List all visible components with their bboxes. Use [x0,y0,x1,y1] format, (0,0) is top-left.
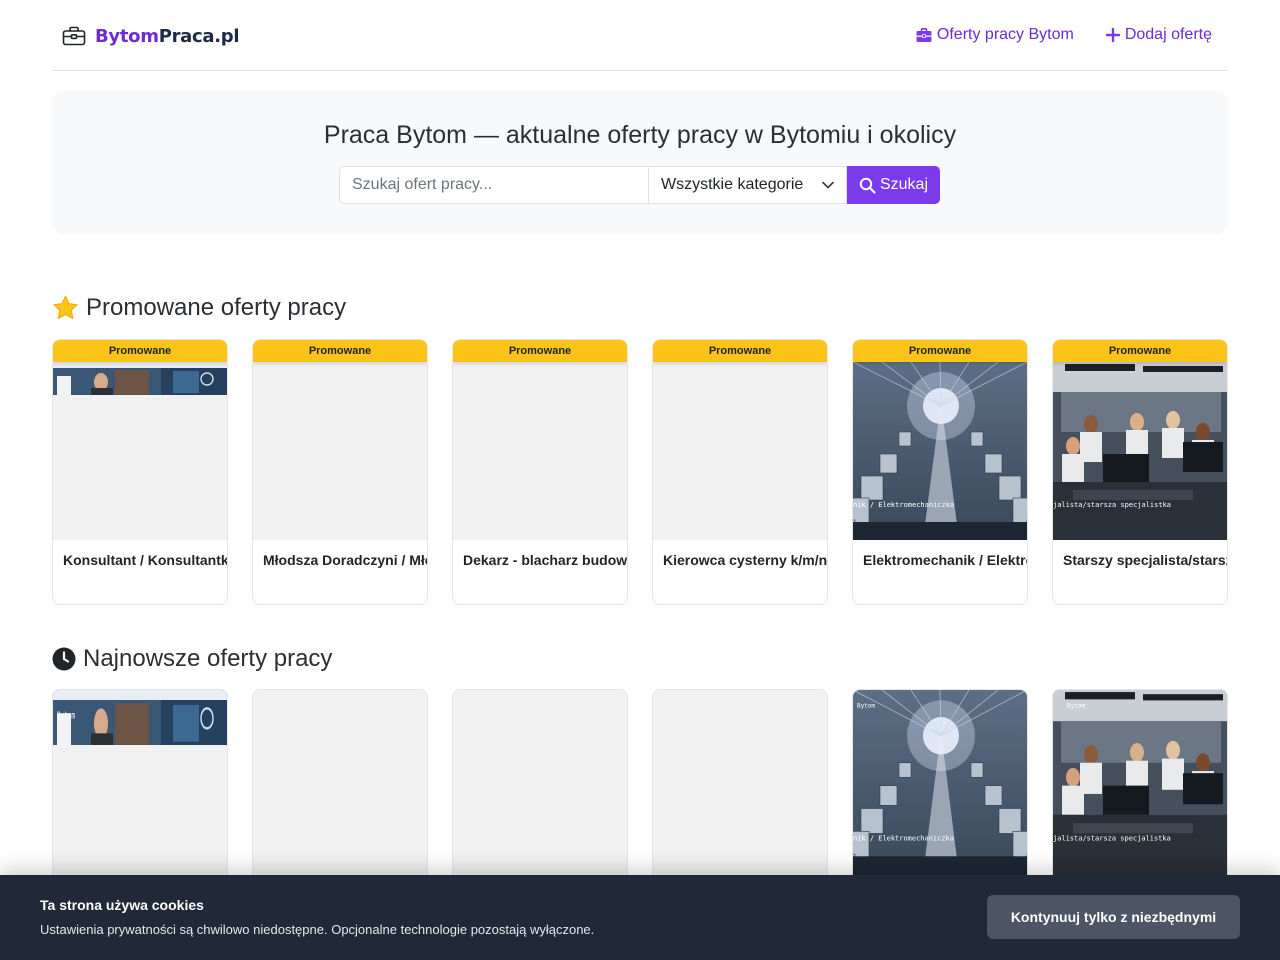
job-card-title[interactable]: Elektromechanik / Elektromechaniczka [863,552,1027,568]
site-header: BytomPraca.pl Oferty pracy Bytom Dodaj o… [52,0,1228,71]
section-title-text: Promowane oferty pracy [86,294,347,321]
promoted-section-title: Promowane oferty pracy [52,294,346,322]
newest-section-title: Najnowsze oferty pracy [52,645,332,673]
job-card-image [653,362,827,540]
job-card-photo: Bytom nik / Elektromechaniczka [853,690,1027,875]
job-card-image: Bytom [53,690,227,890]
job-card-image [53,362,227,540]
promoted-badge: Promowane [653,340,827,362]
nav-link-label: Dodaj ofertę [1124,26,1212,43]
search-input[interactable] [339,166,648,204]
section-title-text: Najnowsze oferty pracy [83,645,333,672]
category-select-value: Wszystkie kategorie [661,176,804,193]
logo-text-part2: Praca.pl [158,25,240,47]
job-card-image: nik / Elektromechaniczka [853,362,1027,540]
clock-icon [52,647,76,671]
briefcase-logo-icon [62,26,86,46]
main-nav: Oferty pracy Bytom Dodaj ofertę [884,24,1212,46]
cookie-essential-only-button[interactable]: Kontynuuj tylko z niezbędnymi [987,895,1240,939]
promoted-badge: Promowane [853,340,1027,362]
svg-text:Bytom: Bytom [1067,703,1085,710]
nav-link-add-offer[interactable]: Dodaj ofertę [1105,24,1212,46]
job-card-image: Bytom jalista/starsza specjalistka [1053,690,1227,890]
briefcase-icon [916,27,932,42]
plus-icon [1105,28,1120,42]
promoted-badge: Promowane [53,340,227,362]
job-card-image: Bytom nik / Elektromechaniczka [853,690,1027,890]
job-card-title[interactable]: Konsultant / Konsultantka [63,552,227,568]
svg-text:jalista/starsza specjalistka: jalista/starsza specjalistka [1053,501,1171,509]
star-icon [53,295,78,319]
promoted-badge: Promowane [453,340,627,362]
job-card[interactable]: Promowane jalista/starsza specjalistka Sta… [1052,339,1228,605]
promoted-badge: Promowane [253,340,427,362]
job-card-image [453,362,627,540]
job-card-title[interactable]: Starszy specjalista/starsza specjalistka [1063,552,1227,568]
job-card-photo [53,362,227,395]
job-card-title[interactable]: Kierowca cysterny k/m/n [663,552,827,568]
nav-link-label: Oferty pracy Bytom [936,26,1074,43]
hero-search-panel: Praca Bytom — aktualne oferty pracy w By… [52,91,1228,234]
cookie-banner-title: Ta strona używa cookies [40,897,204,913]
search-icon [859,177,876,194]
logo-text-part1: Bytom [95,25,159,47]
logo-text: BytomPraca.pl [95,25,240,47]
nav-link-job-offers[interactable]: Oferty pracy Bytom [916,24,1074,46]
job-card-image [253,362,427,540]
job-card[interactable]: Promowane Młodsza Doradczyni / Młodszy Do… [252,339,428,605]
job-card[interactable]: Promowane Konsultant / Konsultantka [52,339,228,605]
job-card[interactable]: Promowane Dekarz - blacharz budowlany [452,339,628,605]
cookie-banner-text: Ustawienia prywatności są chwilowo niedo… [40,922,595,937]
svg-text:nik / Elektromechaniczka: nik / Elektromechaniczka [853,501,954,509]
chevron-down-icon [822,181,834,189]
job-card-image [453,690,627,890]
category-select[interactable]: Wszystkie kategorie [648,166,847,204]
promoted-offers-grid: Promowane Konsultant / Konsultantka Promow… [52,339,1228,605]
job-card[interactable]: Promowane Kierowca cysterny k/m/n [652,339,828,605]
search-button[interactable]: Szukaj [847,166,940,204]
job-card[interactable]: Promowane nik / Elektromechaniczka Elektro… [852,339,1028,605]
svg-text:Bytom: Bytom [57,709,75,721]
svg-text:jalista/starsza specjalistka: jalista/starsza specjalistka [1053,834,1171,843]
svg-text:Bytom: Bytom [857,703,875,710]
job-card-title[interactable]: Dekarz - blacharz budowlany [463,552,627,568]
page-title: Praca Bytom — aktualne oferty pracy w By… [323,121,957,149]
job-card-image [653,690,827,890]
search-button-label: Szukaj [879,176,929,193]
job-card-photo: jalista/starsza specjalistka [1053,362,1227,540]
job-card-image [253,690,427,890]
search-form: Wszystkie kategorie Szukaj [339,166,940,204]
job-card-title[interactable]: Młodsza Doradczyni / Młodszy Doradca [263,552,427,568]
promoted-badge: Promowane [1053,340,1227,362]
job-card-photo: Bytom [53,690,227,745]
site-logo[interactable]: BytomPraca.pl [62,23,240,49]
cookie-banner: Ta strona używa cookies Ustawienia prywa… [0,875,1280,960]
svg-text:nik / Elektromechaniczka: nik / Elektromechaniczka [853,834,954,843]
job-card-photo: Bytom jalista/starsza specjalistka [1053,690,1227,875]
job-card-image: jalista/starsza specjalistka [1053,362,1227,540]
job-card-photo: nik / Elektromechaniczka [853,362,1027,540]
